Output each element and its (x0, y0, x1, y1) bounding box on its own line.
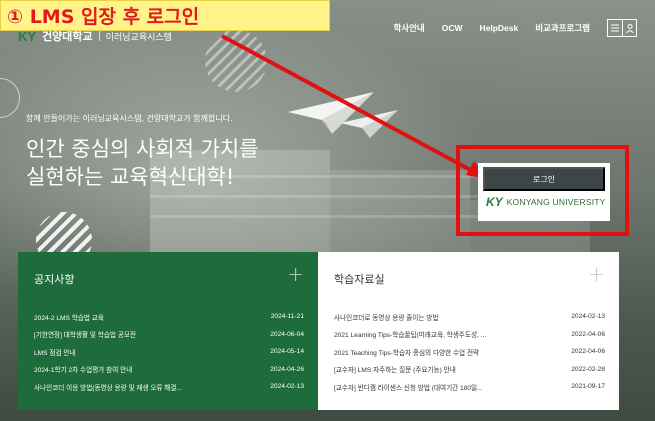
list-item-title: [기한연장] 대학생활 및 학습법 공모전 (34, 332, 136, 340)
paper-plane-icon (340, 110, 398, 138)
list-item[interactable]: 사나인코더 이용 방법(동영상 용량 및 재생 오류 해결... 2024-02-… (34, 378, 304, 396)
list-item-title: [교수자] 반디캠 라이센스 신청 방법 (대여기간 180일... (334, 384, 483, 392)
resources-list: 사나인코더로 동영상 용량 줄이는 방법 2024-02-13 2021 Lear… (334, 308, 605, 396)
list-item-title: [교수자] LMS 자주하는 질문 (주요기능) 안내 (334, 367, 456, 375)
list-item-title: 2021 Learning Tips-학습꿀팁(미래교육, 학생주도성, ... (334, 332, 487, 340)
plus-icon[interactable]: + (287, 262, 304, 286)
plus-icon[interactable]: + (588, 262, 605, 286)
resources-panel: 학습자료실 + 사나인코더로 동영상 용량 줄이는 방법 2024-02-13 2… (318, 252, 619, 410)
list-item-date: 2024-06-04 (270, 330, 304, 338)
list-item[interactable]: 사나인코더로 동영상 용량 줄이는 방법 2024-02-13 (334, 308, 605, 326)
notice-panel-title: 공지사항 (34, 273, 75, 286)
main-nav: 학사안내 OCW HelpDesk 비교과프로그램 (393, 19, 637, 37)
list-item[interactable]: 2024-2 LMS 학습법 교육 2024-11-21 (34, 308, 304, 326)
nav-icon-group (607, 19, 637, 37)
hero-headline: 인간 중심의 사회적 가치를 실현하는 교육혁신대학! (26, 135, 346, 191)
konyang-logo: KY KONYANG UNIVERSITY (486, 195, 606, 209)
list-item-date: 2024-02-13 (571, 313, 605, 321)
hero-headline-line1: 인간 중심의 사회적 가치를 (26, 137, 259, 161)
list-item[interactable]: LMS 점검 안내 2024-05-14 (34, 343, 304, 361)
annotation-title: ① LMS 입장 후 로그인 (0, 0, 330, 31)
resources-panel-title: 학습자료실 (334, 273, 385, 286)
list-item[interactable]: 2021 Learning Tips-학습꿀팁(미래교육, 학생주도성, ...… (334, 326, 605, 344)
nav-item-helpdesk[interactable]: HelpDesk (480, 23, 519, 33)
list-item-title: 2024-2 LMS 학습법 교육 (34, 314, 104, 322)
list-item-date: 2022-02-28 (571, 365, 605, 373)
user-icon[interactable] (622, 20, 636, 36)
logo-divider (98, 31, 100, 41)
list-item-date: 2022-04-06 (571, 330, 605, 338)
list-item-date: 2021-09-17 (571, 383, 605, 391)
hero-tagline: 함께 만들어가는 이러닝교육시스템, 건양대학교가 함께합니다. (26, 114, 233, 123)
list-item-title: 사나인코더 이용 방법(동영상 용량 및 재생 오류 해결... (34, 384, 182, 392)
list-item[interactable]: 2024-1학기 2차 수업평가 참여 안내 2024-04-26 (34, 361, 304, 379)
nav-item-ocw[interactable]: OCW (442, 23, 463, 33)
login-widget: 로그인 KY KONYANG UNIVERSITY (478, 163, 610, 221)
list-item-date: 2024-02-13 (270, 383, 304, 391)
logo-mark: KY (486, 195, 503, 209)
login-button[interactable]: 로그인 (483, 167, 605, 191)
list-item[interactable]: [기한연장] 대학생활 및 학습법 공모전 2024-06-04 (34, 326, 304, 344)
list-item-title: 사나인코더로 동영상 용량 줄이는 방법 (334, 314, 439, 322)
logo-subtitle: 이러닝교육시스템 (105, 32, 172, 43)
list-item-date: 2024-11-21 (270, 313, 304, 321)
hero-headline-line2: 실현하는 교육혁신대학! (26, 165, 235, 189)
list-item-date: 2024-04-26 (270, 365, 304, 373)
list-item[interactable]: [교수자] 반디캠 라이센스 신청 방법 (대여기간 180일... 2021-0… (334, 378, 605, 396)
list-item-title: 2024-1학기 2차 수업평가 참여 안내 (34, 367, 133, 375)
list-item-title: LMS 점검 안내 (34, 349, 76, 357)
list-item-date: 2022-04-06 (571, 348, 605, 356)
nav-item-academic[interactable]: 학사안내 (393, 22, 424, 34)
nav-item-extracurricular[interactable]: 비교과프로그램 (535, 22, 590, 34)
list-item[interactable]: 2021 Teaching Tips-학습자 중심의 다양한 수업 전략 2022… (334, 343, 605, 361)
menu-icon[interactable] (608, 20, 622, 36)
ring-decoration (0, 78, 20, 118)
notice-panel: 공지사항 + 2024-2 LMS 학습법 교육 2024-11-21 [기한연장… (18, 252, 318, 410)
list-item-date: 2024-05-14 (270, 348, 304, 356)
notice-list: 2024-2 LMS 학습법 교육 2024-11-21 [기한연장] 대학생활 … (34, 308, 304, 396)
list-item-title: 2021 Teaching Tips-학습자 중심의 다양한 수업 전략 (334, 349, 480, 357)
list-item[interactable]: [교수자] LMS 자주하는 질문 (주요기능) 안내 2022-02-28 (334, 361, 605, 379)
logo-text: KONYANG UNIVERSITY (506, 197, 606, 207)
